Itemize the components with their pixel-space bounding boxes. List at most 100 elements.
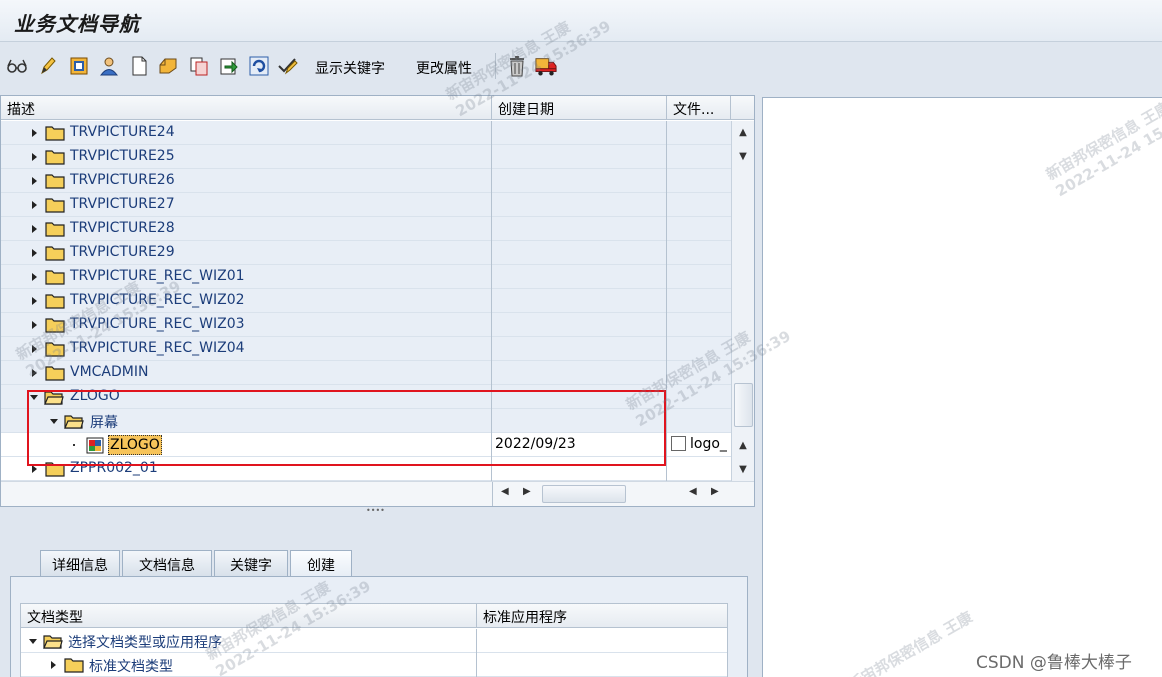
- folder-icon: [45, 342, 65, 357]
- folder-icon: [45, 366, 65, 381]
- horizontal-scroll-thumb[interactable]: [542, 485, 626, 503]
- scroll-thumb[interactable]: [734, 383, 753, 427]
- collapse-arrow-icon[interactable]: [32, 129, 37, 137]
- created-date-cell: [492, 217, 667, 241]
- toolbar: 显示关键字 更改属性: [0, 43, 1162, 91]
- created-date-cell: [492, 121, 667, 145]
- file-cell: [667, 385, 731, 409]
- table-row[interactable]: 选择文档类型或应用程序: [21, 629, 727, 653]
- column-header-std-app[interactable]: 标准应用程序: [477, 604, 727, 628]
- pencil-icon[interactable]: [37, 55, 59, 77]
- scroll-up-button[interactable]: ▲: [736, 125, 750, 139]
- window-title: 业务文档导航: [14, 12, 140, 36]
- file-cell: [667, 289, 731, 313]
- file-cell: [667, 217, 731, 241]
- attributes-icon[interactable]: [68, 55, 90, 77]
- preview-panel: [762, 97, 1162, 677]
- file-checkbox[interactable]: [671, 436, 686, 451]
- refresh-icon[interactable]: [248, 55, 270, 77]
- tab-document-info[interactable]: 文档信息: [122, 550, 212, 577]
- scroll-left-icon-2[interactable]: ◀: [689, 486, 697, 497]
- tree-item-label: TRVPICTURE29: [70, 244, 175, 260]
- tab-create[interactable]: 创建: [290, 550, 352, 577]
- expand-arrow-icon[interactable]: [29, 639, 37, 644]
- show-keywords-button[interactable]: 显示关键字: [315, 58, 385, 78]
- tree-row[interactable]: TRVPICTURE_REC_WIZ02: [1, 289, 731, 313]
- file-cell: [667, 337, 731, 361]
- folder-icon: [45, 270, 65, 285]
- collapse-arrow-icon[interactable]: [32, 177, 37, 185]
- created-date-cell: [492, 361, 667, 385]
- tab-details[interactable]: 详细信息: [40, 550, 120, 577]
- collapse-arrow-icon[interactable]: [32, 201, 37, 209]
- new-document-icon[interactable]: [128, 55, 150, 77]
- column-header-filler: [731, 96, 754, 120]
- tree-vertical-scrollbar[interactable]: ▲ ▼ ▲ ▼: [731, 121, 754, 481]
- tree-item-label: TRVPICTURE27: [70, 196, 175, 212]
- scroll-right-icon-2[interactable]: ▶: [711, 486, 719, 497]
- scroll-down-button-2[interactable]: ▼: [736, 462, 750, 476]
- tree-row[interactable]: VMCADMIN: [1, 361, 731, 385]
- scroll-up-button-2[interactable]: ▲: [736, 438, 750, 452]
- column-header-doc-type[interactable]: 文档类型: [21, 604, 477, 628]
- tree-row[interactable]: TRVPICTURE29: [1, 241, 731, 265]
- copy-icon[interactable]: [188, 55, 210, 77]
- created-date-cell: [492, 337, 667, 361]
- collapse-arrow-icon[interactable]: [32, 225, 37, 233]
- collapse-arrow-icon[interactable]: [32, 369, 37, 377]
- created-date-cell: [492, 241, 667, 265]
- credit-text: CSDN @鲁棒大棒子: [976, 653, 1132, 673]
- tree-item-label: TRVPICTURE28: [70, 220, 175, 236]
- change-attributes-button[interactable]: 更改属性: [416, 58, 472, 78]
- created-date-cell: [492, 289, 667, 313]
- folder-icon: [45, 222, 65, 237]
- tree-row[interactable]: TRVPICTURE26: [1, 169, 731, 193]
- folder-icon: [45, 294, 65, 309]
- tab-keywords[interactable]: 关键字: [214, 550, 288, 577]
- transport-truck-icon[interactable]: [535, 55, 557, 77]
- collapse-arrow-icon[interactable]: [32, 345, 37, 353]
- collapse-arrow-icon[interactable]: [32, 465, 37, 473]
- file-name: logo_: [690, 436, 727, 452]
- column-header-file[interactable]: 文件...: [667, 96, 731, 120]
- column-header-description[interactable]: 描述: [1, 96, 492, 120]
- column-header-created-date[interactable]: 创建日期: [492, 96, 667, 120]
- check-edit-icon[interactable]: [277, 55, 299, 77]
- collapse-arrow-icon[interactable]: [32, 321, 37, 329]
- tree-horizontal-scrollbar[interactable]: ◀ ▶ ◀ ▶: [1, 481, 754, 506]
- tree-row[interactable]: TRVPICTURE25: [1, 145, 731, 169]
- created-date-cell: [492, 265, 667, 289]
- tree-item-label: VMCADMIN: [70, 364, 149, 380]
- tree-row[interactable]: TRVPICTURE28: [1, 217, 731, 241]
- tree-row[interactable]: TRVPICTURE_REC_WIZ03: [1, 313, 731, 337]
- table-row[interactable]: 标准文档类型: [21, 653, 727, 677]
- collapse-arrow-icon[interactable]: [32, 249, 37, 257]
- print-icon[interactable]: [157, 55, 179, 77]
- tree-row[interactable]: TRVPICTURE24: [1, 121, 731, 145]
- collapse-arrow-icon[interactable]: [32, 153, 37, 161]
- scroll-right-icon[interactable]: ▶: [523, 486, 531, 497]
- tree-item-label: TRVPICTURE_REC_WIZ03: [70, 316, 245, 332]
- scroll-down-button[interactable]: ▼: [736, 149, 750, 163]
- folder-icon: [45, 150, 65, 165]
- collapse-arrow-icon[interactable]: [32, 273, 37, 281]
- file-cell: [667, 457, 731, 481]
- glasses-icon[interactable]: [6, 55, 28, 77]
- tree-row[interactable]: TRVPICTURE_REC_WIZ01: [1, 265, 731, 289]
- tree-row[interactable]: TRVPICTURE27: [1, 193, 731, 217]
- file-cell: [667, 241, 731, 265]
- scroll-left-icon[interactable]: ◀: [501, 486, 509, 497]
- export-icon[interactable]: [218, 55, 240, 77]
- tree-item-label: TRVPICTURE_REC_WIZ01: [70, 268, 245, 284]
- trash-icon[interactable]: [506, 55, 528, 77]
- row-label: 选择文档类型或应用程序: [68, 635, 222, 651]
- folder-icon: [45, 246, 65, 261]
- create-table: 文档类型 标准应用程序 选择文档类型或应用程序 标准文档类型: [20, 603, 728, 677]
- collapse-arrow-icon[interactable]: [51, 661, 56, 669]
- file-cell: [667, 361, 731, 385]
- tree-item-label: TRVPICTURE24: [70, 124, 175, 140]
- collapse-arrow-icon[interactable]: [32, 297, 37, 305]
- splitter-handle[interactable]: ••••: [366, 506, 385, 515]
- tree-row[interactable]: TRVPICTURE_REC_WIZ04: [1, 337, 731, 361]
- person-icon[interactable]: [98, 55, 120, 77]
